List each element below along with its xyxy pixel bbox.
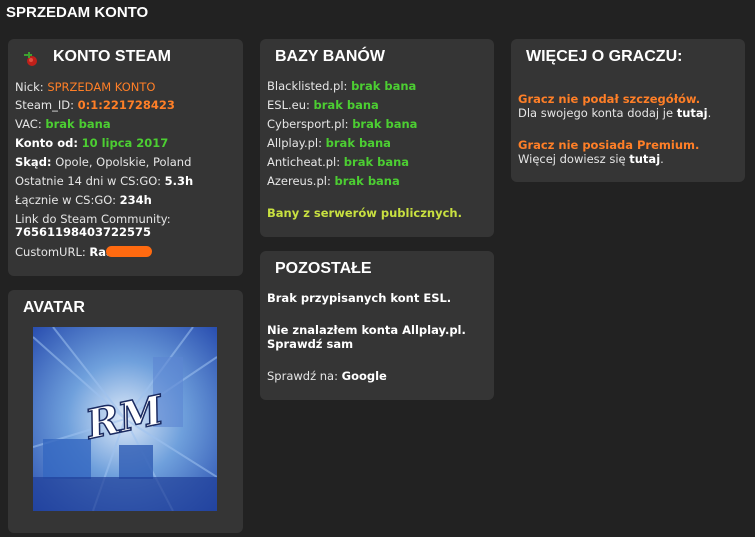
- player-info-title: WIĘCEJ O GRACZU:: [526, 48, 683, 65]
- check-on-row: Sprawdź na: Google: [267, 369, 387, 383]
- avatar-panel: AVATAR RM: [8, 290, 243, 533]
- ban-databases-panel: BAZY BANÓW Blacklisted.pl: brak bana ESL…: [260, 39, 494, 237]
- avatar-image: RM: [33, 327, 217, 511]
- vac-row: VAC: brak bana: [15, 117, 111, 131]
- total-time-value: 234h: [119, 193, 152, 207]
- customurl-row: CustomURL: Raa: [15, 245, 152, 260]
- account-since-value: 10 lipca 2017: [81, 136, 169, 150]
- steam-panel-title: KONTO STEAM: [53, 48, 171, 65]
- ban-row: Cybersport.pl: brak bana: [267, 117, 418, 131]
- avatar-panel-title: AVATAR: [23, 299, 85, 316]
- page-title: SPRZEDAM KONTO: [6, 4, 149, 21]
- last14-value: 5.3h: [164, 174, 194, 188]
- no-premium-text: Gracz nie posiada Premium.: [518, 138, 700, 152]
- ban-row: ESL.eu: brak bana: [267, 98, 379, 112]
- ban-status: brak bana: [313, 98, 379, 112]
- steamid-row: Steam_ID: 0:1:221728423: [15, 98, 175, 112]
- nick-row: Nick: SPRZEDAM KONTO: [15, 80, 156, 94]
- premium-link[interactable]: tutaj: [629, 152, 660, 166]
- ban-status: brak bana: [351, 79, 417, 93]
- steam-icon: [24, 52, 37, 66]
- premium-info-row: Więcej dowiesz się tutaj.: [518, 152, 664, 166]
- ban-row: Anticheat.pl: brak bana: [267, 155, 410, 169]
- steamid-value: 0:1:221728423: [77, 98, 175, 112]
- location-row: Skąd: Opole, Opolskie, Poland: [15, 155, 192, 169]
- other-panel: POZOSTAŁE Brak przypisanych kont ESL. Ni…: [260, 251, 494, 400]
- total-time-row: Łącznie w CS:GO: 234h: [15, 193, 152, 207]
- bans-panel-title: BAZY BANÓW: [275, 48, 385, 65]
- allplay-text: Nie znalazłem konta Allplay.pl.: [267, 323, 466, 337]
- google-link[interactable]: Google: [342, 369, 387, 383]
- add-details-link[interactable]: tutaj: [677, 106, 708, 120]
- location-value: Opole, Opolskie, Poland: [55, 155, 192, 169]
- no-details-text: Gracz nie podał szczegółów.: [518, 92, 701, 106]
- check-yourself-link[interactable]: Sprawdź sam: [267, 337, 353, 351]
- nick-value: SPRZEDAM KONTO: [47, 80, 156, 94]
- ban-row: Azereus.pl: brak bana: [267, 174, 400, 188]
- public-server-bans-link[interactable]: Bany z serwerów publicznych.: [267, 206, 462, 220]
- steam-account-panel: KONTO STEAM Nick: SPRZEDAM KONTO Steam_I…: [8, 39, 243, 276]
- ban-status: brak bana: [343, 155, 410, 169]
- community-link[interactable]: 76561198403722575: [15, 225, 151, 239]
- ban-row: Blacklisted.pl: brak bana: [267, 79, 417, 93]
- censor-mark: [105, 246, 152, 257]
- other-panel-title: POZOSTAŁE: [275, 260, 372, 277]
- vac-value: brak bana: [45, 117, 111, 131]
- esl-accounts-text: Brak przypisanych kont ESL.: [267, 291, 452, 305]
- account-since-row: Konto od: 10 lipca 2017: [15, 136, 169, 150]
- add-details-row: Dla swojego konta dodaj je tutaj.: [518, 106, 712, 120]
- ban-status: brak bana: [325, 136, 391, 150]
- player-info-panel: WIĘCEJ O GRACZU: Gracz nie podał szczegó…: [511, 39, 745, 182]
- ban-status: brak bana: [334, 174, 400, 188]
- last14-row: Ostatnie 14 dni w CS:GO: 5.3h: [15, 174, 194, 188]
- ban-status: brak bana: [352, 117, 418, 131]
- ban-row: Allplay.pl: brak bana: [267, 136, 391, 150]
